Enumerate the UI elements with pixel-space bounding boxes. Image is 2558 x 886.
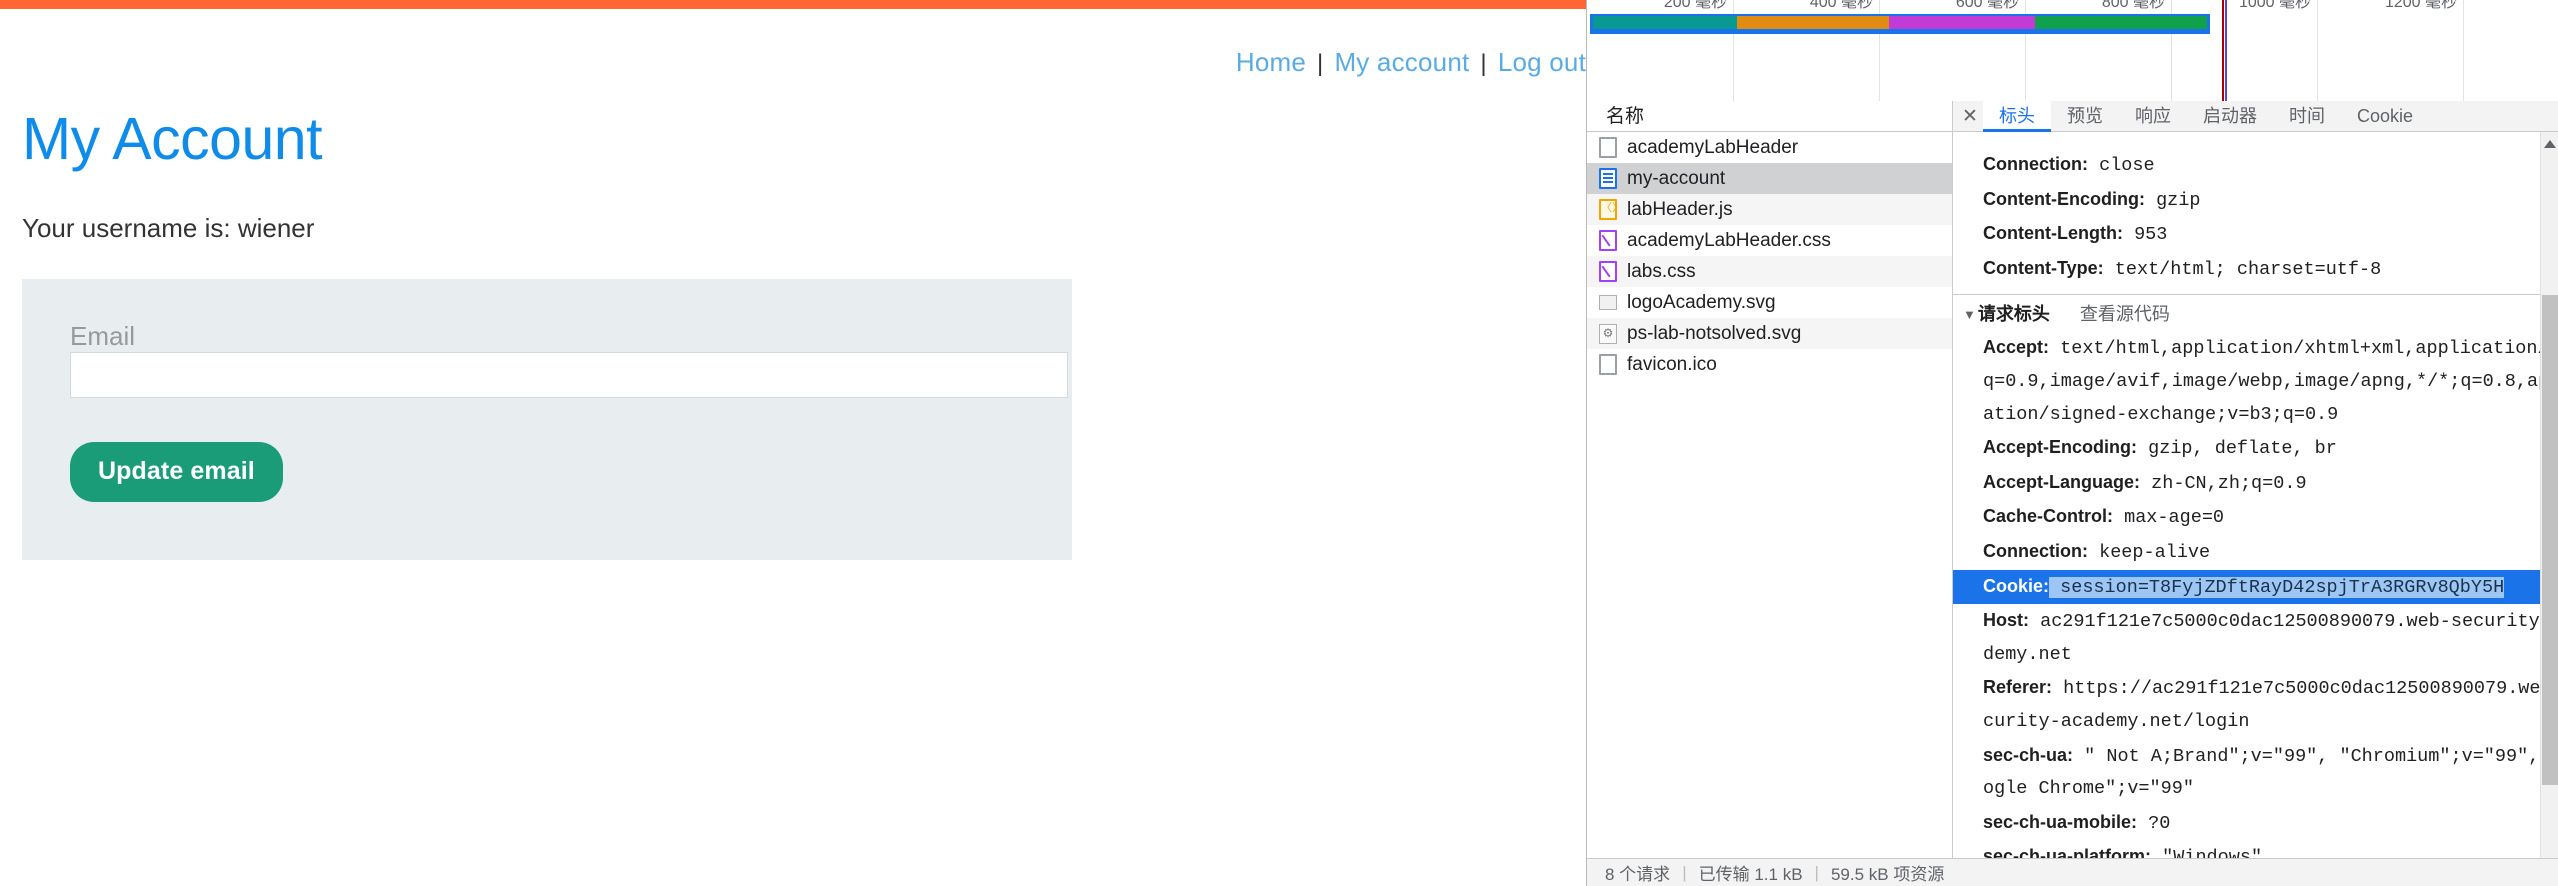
request-row-academylabheader-css[interactable]: academyLabHeader.css xyxy=(1587,225,1952,256)
timeline-tick-label: 1200 毫秒 xyxy=(2384,0,2457,11)
lab-main-content: My Account Your username is: wiener Emai… xyxy=(22,110,1522,560)
timeline-tick-label: 400 毫秒 xyxy=(1809,0,1873,11)
username-line: Your username is: wiener xyxy=(22,213,315,243)
status-separator-2: | xyxy=(1814,862,1819,882)
response-header-content-length[interactable]: Content-Length: 953 xyxy=(1953,217,2540,252)
timeline-tick-label: 200 毫秒 xyxy=(1663,0,1727,11)
request-name: my-account xyxy=(1627,167,1726,189)
tab-cookies[interactable]: Cookie xyxy=(2341,101,2429,132)
request-header-accept-cont-2: ation/signed-exchange;v=b3;q=0.9 xyxy=(1983,403,2339,425)
band-segment-connect xyxy=(1737,16,1889,29)
request-name: favicon.ico xyxy=(1627,353,1717,375)
request-name: academyLabHeader xyxy=(1627,136,1799,158)
scroll-up-arrow-icon[interactable] xyxy=(2543,140,2556,148)
document-icon xyxy=(1599,137,1617,158)
response-header-content-type[interactable]: Content-Type: text/html; charset=utf-8 xyxy=(1953,252,2540,287)
request-header-accept[interactable]: Accept: text/html,application/xhtml+xml,… xyxy=(1953,331,2540,366)
request-name: logoAcademy.svg xyxy=(1627,291,1776,313)
request-headers-section-header[interactable]: ▼ 请求标头 查看源代码 xyxy=(1953,294,2540,331)
request-header-host[interactable]: Host: ac291f121e7c5000c0dac12500890079.w… xyxy=(1953,604,2540,639)
band-segment-download xyxy=(2035,16,2207,29)
tab-initiator[interactable]: 启动器 xyxy=(2187,101,2273,132)
request-header-host-cont-1: demy.net xyxy=(1983,643,2072,665)
request-header-sec-ch-ua-cont-1: ogle Chrome";v="99" xyxy=(1983,778,2194,800)
tab-headers[interactable]: 标头 xyxy=(1983,101,2051,132)
status-resources: 59.5 kB 项资源 xyxy=(1830,865,1945,884)
timeline-tick-label: 1000 毫秒 xyxy=(2238,0,2311,11)
request-name: academyLabHeader.css xyxy=(1627,229,1831,251)
nav-separator-1: | xyxy=(1317,50,1324,77)
overview-request-band xyxy=(1590,14,2210,34)
request-details-panel: ✕ 标头 预览 响应 启动器 时间 Cookie Cache-Control: … xyxy=(1953,101,2558,858)
column-header-name: 名称 xyxy=(1587,101,1952,132)
request-row-labheader-js[interactable]: 〈〉 labHeader.js xyxy=(1587,194,1952,225)
request-header-cookie[interactable]: Cookie: session=T8FyjZDftRayD42spjTrA3RG… xyxy=(1953,569,2540,605)
html-document-icon xyxy=(1599,168,1617,189)
status-separator-1: | xyxy=(1682,862,1687,882)
devtools-body: 名称 academyLabHeader my-account 〈〉 labHea… xyxy=(1587,101,2558,858)
document-icon xyxy=(1599,354,1617,375)
timeline-tick-label: 800 毫秒 xyxy=(2101,0,2165,11)
headers-content: Cache-Control: no-cache Connection: clos… xyxy=(1953,132,2540,858)
image-file-icon: ⚙ xyxy=(1599,323,1617,344)
section-title: 请求标头 xyxy=(1977,304,2050,325)
email-input[interactable] xyxy=(70,352,1068,398)
response-header-connection[interactable]: Connection: close xyxy=(1953,148,2540,183)
stylesheet-file-icon xyxy=(1599,261,1617,282)
nav-separator-2: | xyxy=(1480,50,1487,77)
request-row-favicon-ico[interactable]: favicon.ico xyxy=(1587,349,1952,380)
javascript-file-icon: 〈〉 xyxy=(1599,199,1623,220)
request-row-logoacademy-svg[interactable]: logoAcademy.svg xyxy=(1587,287,1952,318)
chevron-down-icon[interactable]: ▼ xyxy=(1963,298,1976,331)
domcontentloaded-marker xyxy=(2225,0,2227,101)
request-header-referer[interactable]: Referer: https://ac291f121e7c5000c0dac12… xyxy=(1953,671,2540,706)
request-header-sec-ch-ua-platform[interactable]: sec-ch-ua-platform: "Windows" xyxy=(1953,840,2540,858)
response-header-content-encoding[interactable]: Content-Encoding: gzip xyxy=(1953,183,2540,218)
status-transferred: 已传输 1.1 kB xyxy=(1698,865,1803,884)
view-source-link[interactable]: 查看源代码 xyxy=(2080,298,2170,331)
email-field-label: Email xyxy=(70,321,136,351)
request-header-sec-ch-ua-mobile[interactable]: sec-ch-ua-mobile: ?0 xyxy=(1953,806,2540,841)
request-name: labHeader.js xyxy=(1627,198,1733,220)
request-row-academylabheader[interactable]: academyLabHeader xyxy=(1587,132,1952,163)
request-header-connection[interactable]: Connection: keep-alive xyxy=(1953,535,2540,570)
band-segment-dns xyxy=(1593,16,1737,29)
devtools-network-panel: 200 毫秒 400 毫秒 600 毫秒 800 毫秒 1000 毫秒 1200… xyxy=(1586,0,2558,886)
timeline-tick-label: 600 毫秒 xyxy=(1955,0,2019,11)
close-icon[interactable]: ✕ xyxy=(1957,105,1983,128)
request-header-accept-cont-1: q=0.9,image/avif,image/webp,image/apng,*… xyxy=(1983,370,2540,392)
band-segment-ssl xyxy=(1889,16,2035,29)
nav-link-home[interactable]: Home xyxy=(1236,47,1306,77)
stylesheet-file-icon xyxy=(1599,230,1617,251)
tab-preview[interactable]: 预览 xyxy=(2051,101,2119,132)
request-details-tabs: ✕ 标头 预览 响应 启动器 时间 Cookie xyxy=(1953,101,2558,132)
status-request-count: 8 个请求 xyxy=(1605,865,1671,884)
nav-link-my-account[interactable]: My account xyxy=(1334,47,1469,77)
scrollbar-thumb[interactable] xyxy=(2542,295,2558,785)
network-request-list[interactable]: 名称 academyLabHeader my-account 〈〉 labHea… xyxy=(1587,101,1953,858)
request-header-accept-language[interactable]: Accept-Language: zh-CN,zh;q=0.9 xyxy=(1953,466,2540,501)
request-header-cache-control[interactable]: Cache-Control: max-age=0 xyxy=(1953,500,2540,535)
request-header-sec-ch-ua[interactable]: sec-ch-ua: " Not A;Brand";v="99", "Chrom… xyxy=(1953,739,2540,774)
tab-response[interactable]: 响应 xyxy=(2119,101,2187,132)
request-row-ps-lab-notsolved-svg[interactable]: ⚙ ps-lab-notsolved.svg xyxy=(1587,318,1952,349)
request-header-accept-encoding[interactable]: Accept-Encoding: gzip, deflate, br xyxy=(1953,431,2540,466)
network-overview-timeline[interactable]: 200 毫秒 400 毫秒 600 毫秒 800 毫秒 1000 毫秒 1200… xyxy=(1587,0,2558,102)
update-email-button[interactable]: Update email xyxy=(70,442,283,502)
image-file-icon xyxy=(1599,295,1617,310)
request-header-referer-cont-1: curity-academy.net/login xyxy=(1983,710,2250,732)
request-name: ps-lab-notsolved.svg xyxy=(1627,322,1802,344)
tab-timing[interactable]: 时间 xyxy=(2273,101,2341,132)
request-row-my-account[interactable]: my-account xyxy=(1587,163,1952,194)
nav-link-log-out[interactable]: Log out xyxy=(1498,47,1586,77)
lab-nav: Home | My account | Log out xyxy=(0,47,1586,78)
request-row-labs-css[interactable]: labs.css xyxy=(1587,256,1952,287)
update-email-form: Email Update email xyxy=(22,279,1072,560)
page-title: My Account xyxy=(22,106,322,172)
response-header-cache-control[interactable]: Cache-Control: no-cache xyxy=(1953,132,2540,148)
load-event-marker xyxy=(2222,0,2224,101)
request-name: labs.css xyxy=(1627,260,1696,282)
network-status-bar: 8 个请求 | 已传输 1.1 kB | 59.5 kB 项资源 xyxy=(1587,858,2558,886)
headers-scrollbar[interactable] xyxy=(2540,132,2558,858)
